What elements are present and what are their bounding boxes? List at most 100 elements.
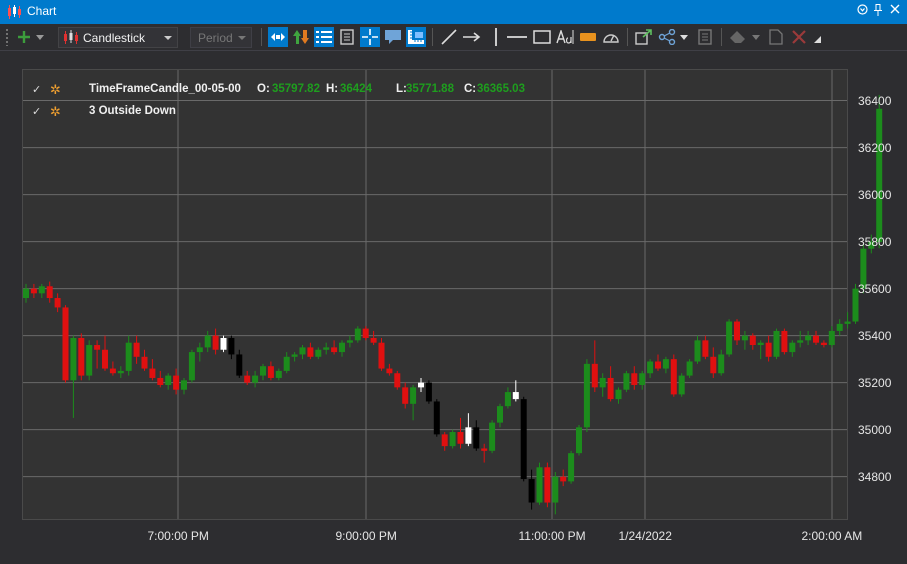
candle-body <box>520 399 527 480</box>
candle-body <box>536 467 543 503</box>
vertical-line-icon[interactable] <box>486 27 506 47</box>
candle-body <box>228 337 235 355</box>
candle-body <box>741 335 748 341</box>
checkbox-checked-icon[interactable]: ✓ <box>32 83 41 96</box>
candle-series <box>23 94 883 515</box>
candle-body <box>267 366 274 378</box>
y-tick-label: 36000 <box>858 187 892 202</box>
candle-body <box>781 330 788 353</box>
candle-body <box>204 335 211 348</box>
candle-body <box>394 373 401 388</box>
scroll-axis-icon[interactable] <box>268 27 288 47</box>
candle-body <box>149 368 156 378</box>
arrow-icon[interactable] <box>462 27 482 47</box>
notes-icon[interactable] <box>695 27 715 47</box>
crosshair-icon[interactable] <box>360 27 380 47</box>
new-document-icon[interactable] <box>766 27 786 47</box>
candle-body <box>418 382 424 388</box>
candle-body <box>78 337 85 376</box>
text-icon[interactable] <box>555 27 575 47</box>
candle-body <box>165 375 172 386</box>
title-bar: Chart <box>0 0 907 24</box>
separator <box>432 28 433 46</box>
candle-body <box>718 354 725 374</box>
chart-type-dropdown[interactable]: Candlestick <box>58 27 178 48</box>
candle-body <box>117 370 124 374</box>
highlight-icon[interactable] <box>578 27 598 47</box>
gear-icon[interactable]: ✲ <box>50 82 61 98</box>
buy-sell-icon[interactable] <box>291 27 311 47</box>
candle-body <box>820 342 827 346</box>
candle-body <box>678 375 685 395</box>
gauge-icon[interactable] <box>601 27 621 47</box>
candle-body <box>583 363 590 428</box>
legend-list-icon[interactable] <box>314 27 334 47</box>
candle-body <box>457 432 464 444</box>
close-icon[interactable] <box>888 4 902 19</box>
candle-body <box>591 363 598 388</box>
add-icon[interactable] <box>14 27 34 47</box>
delete-icon[interactable] <box>789 27 809 47</box>
pin-icon[interactable] <box>871 4 885 19</box>
candle-body <box>30 288 37 294</box>
x-tick-label: 1/24/2022 <box>618 529 672 543</box>
export-icon[interactable] <box>634 27 654 47</box>
share-dropdown-icon[interactable] <box>678 27 690 47</box>
chevron-down-icon <box>164 36 172 40</box>
candle-body <box>734 321 740 341</box>
rectangle-icon[interactable] <box>532 27 552 47</box>
candle-body <box>339 342 345 353</box>
checkbox-checked-icon[interactable]: ✓ <box>32 105 41 118</box>
period-dropdown[interactable]: Period <box>190 27 252 48</box>
candle-body <box>133 342 140 357</box>
candle-body <box>173 375 180 390</box>
candle-body <box>299 347 306 355</box>
series-name: TimeFrameCandle_00-05-00 <box>89 83 241 95</box>
add-dropdown-icon[interactable] <box>34 27 46 47</box>
candle-body <box>844 321 851 324</box>
candle-body <box>497 406 503 423</box>
toolbar-overflow-icon[interactable] <box>812 34 822 44</box>
window-menu-icon[interactable] <box>855 4 869 19</box>
gear-icon[interactable]: ✲ <box>50 104 61 120</box>
pattern-name: 3 Outside Down <box>89 105 176 117</box>
chart-type-label: Candlestick <box>83 31 146 45</box>
candle-body <box>362 328 369 338</box>
document-icon[interactable] <box>337 27 357 47</box>
eraser-dropdown-icon[interactable] <box>750 27 762 47</box>
candle-body <box>805 335 812 341</box>
ruler-icon[interactable] <box>406 27 426 47</box>
candle-body <box>370 337 377 343</box>
candle-body <box>694 340 701 362</box>
candle-body <box>410 387 417 404</box>
candle-body <box>828 330 835 346</box>
y-tick-label: 34800 <box>858 469 892 484</box>
candle-body <box>23 288 29 299</box>
candlestick-chart[interactable] <box>0 52 907 564</box>
candle-body <box>252 375 259 383</box>
candle-body <box>504 392 511 407</box>
candle-body <box>260 366 266 376</box>
share-icon[interactable] <box>657 27 677 47</box>
candle-body <box>425 382 432 402</box>
candle-body <box>307 347 314 357</box>
toolbar-grip[interactable] <box>5 28 9 46</box>
candle-body <box>749 335 756 346</box>
candle-body <box>631 373 638 386</box>
line-icon[interactable] <box>439 27 459 47</box>
candle-body <box>489 422 496 451</box>
eraser-icon[interactable] <box>728 27 748 47</box>
candle-body <box>836 323 843 331</box>
candle-body <box>86 345 93 376</box>
horizontal-line-icon[interactable] <box>507 27 527 47</box>
candle-body <box>291 354 298 357</box>
candle-body <box>157 377 164 386</box>
candle-body <box>710 356 717 374</box>
y-tick-label: 35800 <box>858 234 892 249</box>
candle-body <box>94 345 101 350</box>
comment-icon[interactable] <box>383 27 403 47</box>
candle-body <box>576 427 582 454</box>
candle-body <box>544 467 551 503</box>
candle-body <box>765 342 772 357</box>
y-tick-label: 36400 <box>858 93 892 108</box>
